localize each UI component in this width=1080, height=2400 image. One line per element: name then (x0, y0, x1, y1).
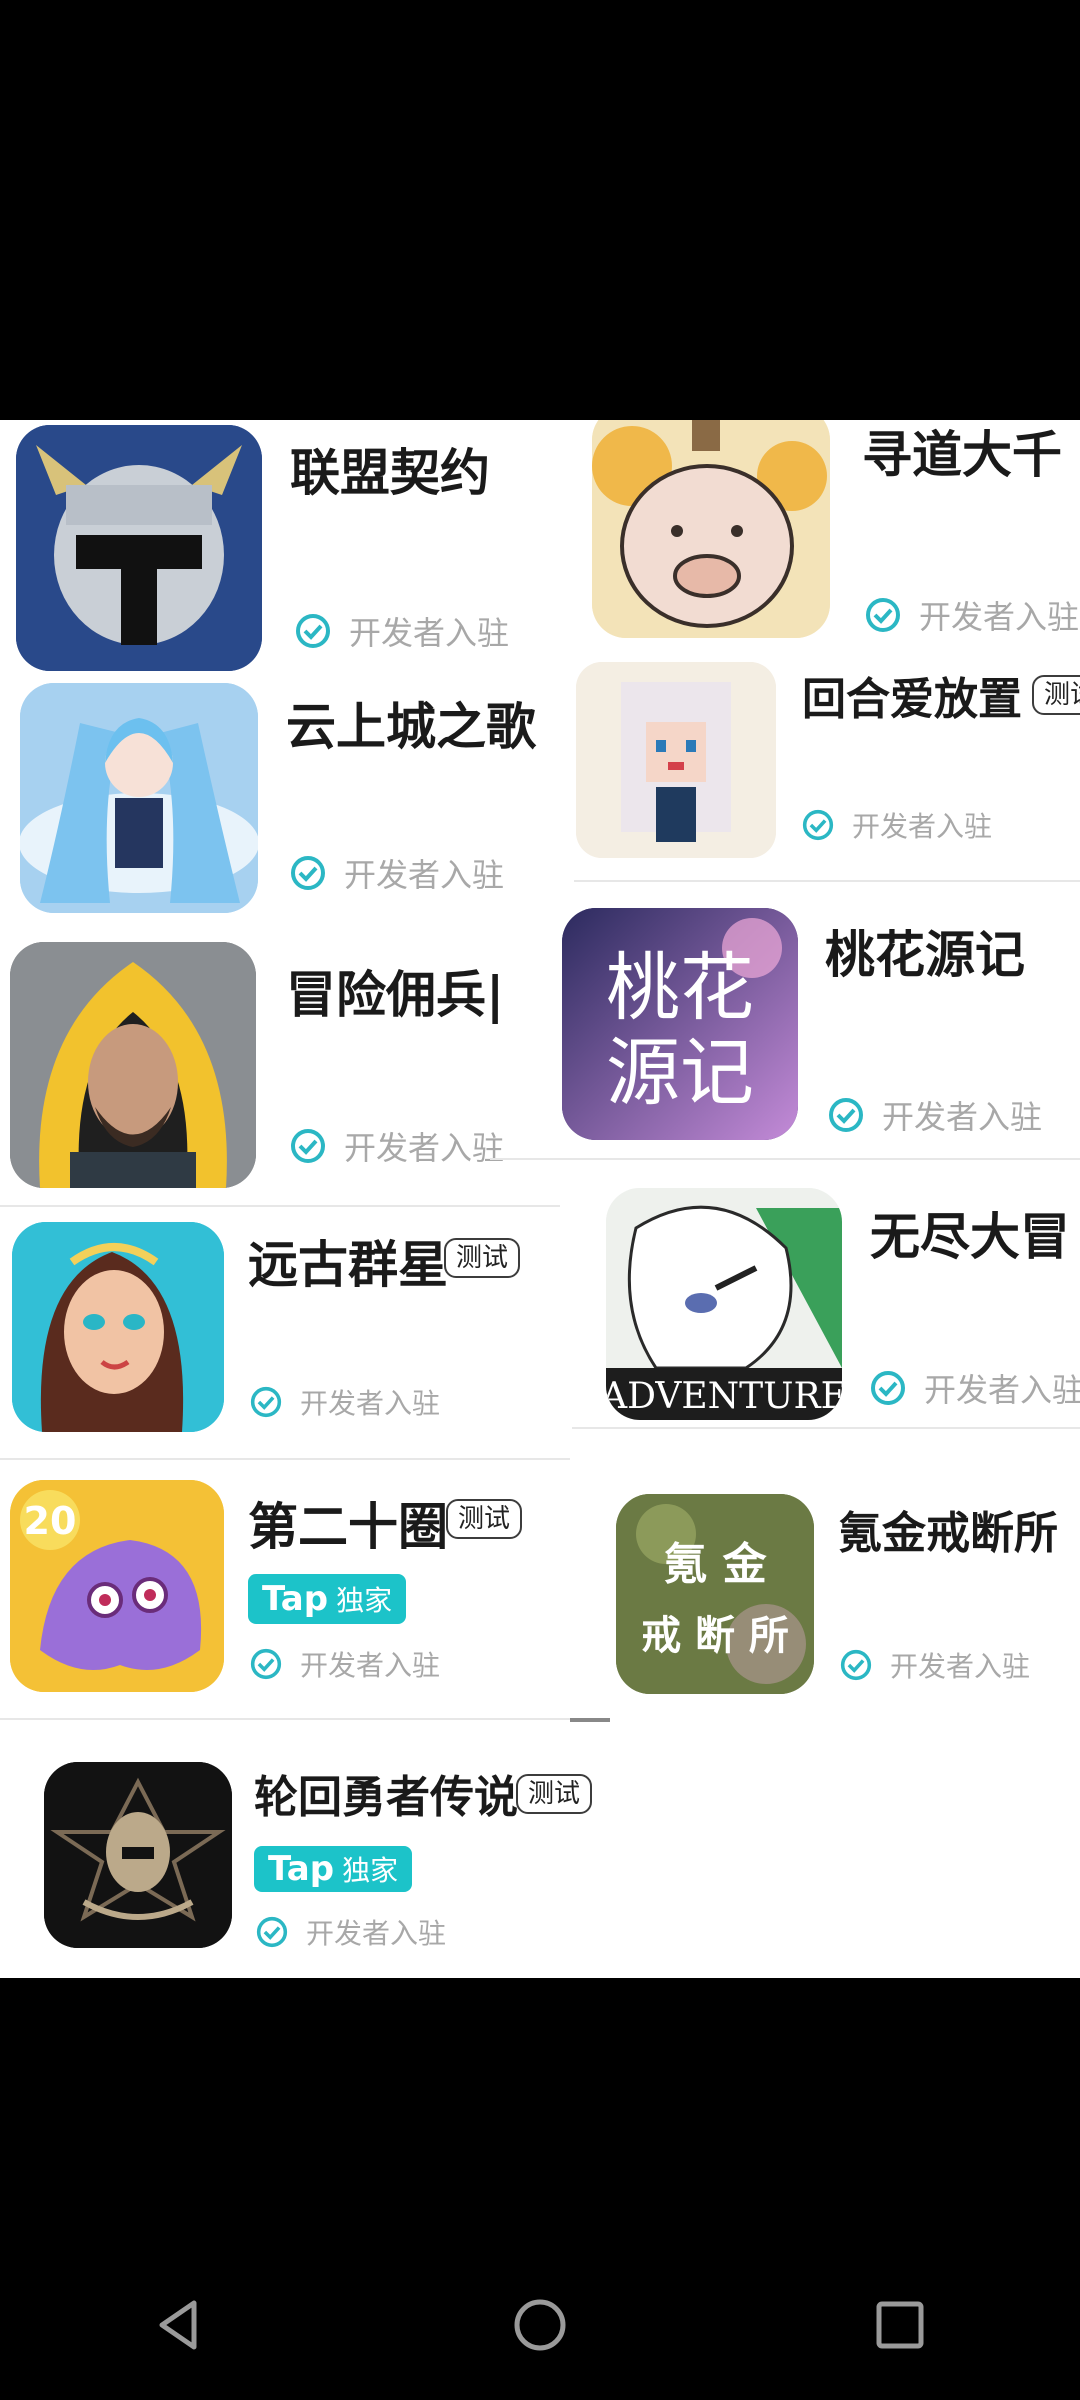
developer-label: 开发者入驻 (290, 850, 504, 896)
game-card[interactable]: 寻道大千 开发者入驻 (570, 420, 1080, 650)
svg-text:ADVENTURE: ADVENTURE (606, 1376, 842, 1417)
test-badge: 测试 (446, 1499, 523, 1539)
game-card[interactable]: 回合爱放置 测试 开发者入驻 (570, 650, 1080, 880)
recents-button[interactable] (860, 2285, 940, 2365)
game-icon (20, 683, 258, 913)
svg-text:源记: 源记 (606, 1030, 754, 1116)
game-card[interactable]: ADVENTURE 无尽大冒 开发者入驻 (570, 1160, 1080, 1445)
home-button[interactable] (500, 2285, 580, 2365)
developer-label: 开发者入驻 (250, 1644, 440, 1684)
check-circle-icon (256, 1916, 288, 1948)
developer-label: 开发者入驻 (290, 1123, 504, 1169)
check-circle-icon (871, 1371, 905, 1405)
game-title: 轮回勇者传说 (254, 1772, 518, 1823)
game-list: 联盟契约 开发者入驻 寻道大千 开发者入驻 云上城之歌 开发者入驻 回合爱放置 … (0, 420, 1080, 1978)
game-icon (44, 1762, 232, 1948)
game-icon (10, 942, 256, 1188)
developer-label: 开发者入驻 (870, 1365, 1080, 1411)
check-circle-icon (802, 809, 834, 841)
check-circle-icon (291, 856, 325, 890)
game-title: 远古群星 (248, 1236, 448, 1294)
divider (0, 1458, 570, 1460)
check-circle-icon (291, 1129, 325, 1163)
game-icon: 氪 金 戒 断 所 (616, 1494, 814, 1694)
tap-exclusive-badge: Tap 独家 (254, 1846, 413, 1892)
game-title: 冒险佣兵| (286, 966, 505, 1024)
divider (572, 1427, 1080, 1429)
game-icon (576, 662, 776, 858)
divider (570, 1718, 610, 1722)
developer-label: 开发者入驻 (256, 1912, 446, 1952)
svg-text:桃花: 桃花 (606, 945, 754, 1031)
developer-label: 开发者入驻 (802, 805, 992, 845)
navigation-bar (0, 2250, 1080, 2400)
game-icon (12, 1222, 224, 1432)
back-button[interactable] (140, 2285, 220, 2365)
game-title: 桃花源记 (825, 926, 1025, 984)
svg-text:氪 金: 氪 金 (663, 1539, 767, 1590)
developer-label: 开发者入驻 (250, 1382, 440, 1422)
game-card[interactable]: 云上城之歌 开发者入驻 (0, 680, 570, 930)
developer-label: 开发者入驻 (840, 1645, 1030, 1685)
game-title: 寻道大千 (862, 426, 1062, 484)
game-title: 氪金戒断所 (838, 1508, 1058, 1559)
check-circle-icon (296, 614, 330, 648)
check-circle-icon (250, 1648, 282, 1680)
developer-label: 开发者入驻 (865, 592, 1079, 638)
test-badge: 测试 (516, 1774, 593, 1814)
developer-label: 开发者入驻 (828, 1092, 1042, 1138)
check-circle-icon (829, 1098, 863, 1132)
game-card[interactable]: 轮回勇者传说 测试 Tap 独家 开发者入驻 (0, 1730, 620, 1978)
home-icon (514, 2299, 566, 2351)
test-badge: 测试 (1032, 675, 1080, 715)
divider (0, 1205, 560, 1207)
game-card[interactable]: 冒险佣兵| 开发者入驻 (0, 930, 560, 1190)
game-title: 回合爱放置 (802, 674, 1022, 725)
game-card[interactable]: 联盟契约 开发者入驻 (0, 420, 570, 680)
svg-text:20: 20 (24, 1499, 77, 1543)
divider (0, 1718, 570, 1720)
game-card[interactable]: 桃花 源记 桃花源记 开发者入驻 (560, 880, 1080, 1160)
game-title: 第二十圈 (248, 1498, 448, 1556)
check-circle-icon (840, 1649, 872, 1681)
recents-icon (876, 2301, 924, 2349)
check-circle-icon (250, 1386, 282, 1418)
developer-label: 开发者入驻 (295, 608, 509, 654)
game-title: 联盟契约 (290, 444, 490, 502)
game-card[interactable]: 远古群星 测试 开发者入驻 (0, 1210, 570, 1465)
game-icon: 桃花 源记 (562, 908, 798, 1140)
svg-text:戒 断 所: 戒 断 所 (641, 1613, 789, 1659)
game-title: 云上城之歌 (286, 698, 536, 756)
check-circle-icon (866, 598, 900, 632)
game-card[interactable]: 20 第二十圈 测试 Tap 独家 开发者入驻 (0, 1462, 570, 1737)
game-card[interactable]: 氪 金 戒 断 所 氪金戒断所 开发者入驻 (570, 1440, 1080, 1700)
game-icon (16, 425, 262, 671)
tap-exclusive-badge: Tap 独家 (248, 1574, 407, 1624)
game-icon: ADVENTURE (606, 1188, 842, 1420)
game-icon: 20 (10, 1480, 224, 1692)
test-badge: 测试 (444, 1238, 521, 1278)
game-title: 无尽大冒 (870, 1208, 1070, 1266)
game-icon (592, 420, 830, 638)
back-icon (159, 2300, 197, 2350)
